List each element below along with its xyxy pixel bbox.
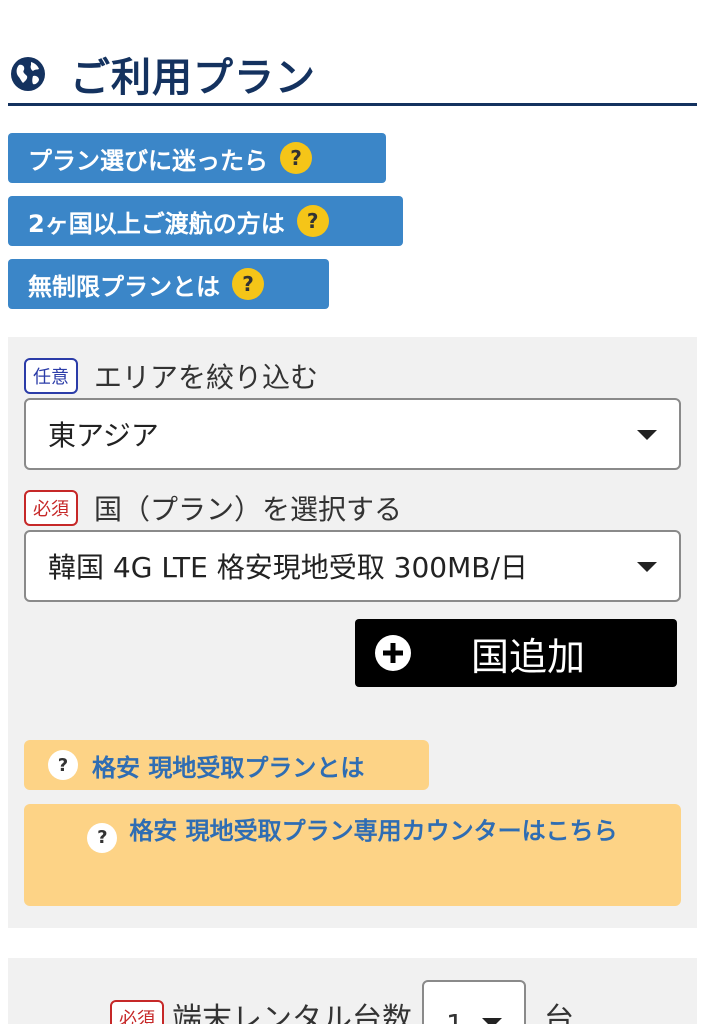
page-title-row: ご利用プラン (8, 44, 697, 106)
unlimited-plan-button[interactable]: 無制限プランとは ? (8, 259, 329, 309)
chevron-down-icon (482, 1018, 502, 1024)
plan-selection-panel: 任意 エリアを絞り込む 東アジア 必須 国（プラン）を選択する 韓国 4G LT… (8, 337, 697, 928)
rental-quantity-label: 端末レンタル台数 (172, 1002, 412, 1024)
add-country-label: 国追加 (471, 634, 586, 679)
country-select-label-row: 必須 国（プラン）を選択する (24, 488, 402, 528)
rental-quantity-value: 1 (446, 1008, 464, 1024)
area-select[interactable]: 東アジア (24, 398, 681, 470)
country-plan-value: 韓国 4G LTE 格安現地受取 300MB/日 (48, 551, 528, 584)
page-title: ご利用プラン (70, 54, 316, 101)
area-filter-label: エリアを絞り込む (94, 361, 319, 394)
unlimited-plan-label: 無制限プランとは (28, 272, 220, 301)
required-badge: 必須 (110, 1000, 164, 1024)
required-badge: 必須 (24, 490, 78, 526)
local-pickup-counter-label: 格安 現地受取プラン専用カウンターはこちら (129, 817, 618, 845)
question-icon: ? (48, 750, 78, 780)
question-icon: ? (232, 268, 264, 300)
rental-quantity-row: 必須 端末レンタル台数 1 台 (110, 980, 574, 1024)
question-icon: ? (296, 205, 329, 237)
question-icon: ? (87, 823, 118, 853)
plan-guide-button[interactable]: プラン選びに迷ったら ? (8, 133, 386, 183)
area-filter-label-row: 任意 エリアを絞り込む (24, 356, 318, 396)
area-select-value: 東アジア (48, 419, 159, 452)
country-plan-select[interactable]: 韓国 4G LTE 格安現地受取 300MB/日 (24, 530, 681, 602)
rental-quantity-select[interactable]: 1 (422, 980, 526, 1024)
add-country-button[interactable]: 国追加 (355, 619, 677, 687)
globe-icon (11, 56, 45, 91)
question-icon: ? (280, 142, 312, 174)
plus-circle-icon (375, 635, 411, 671)
chevron-down-icon (637, 430, 657, 440)
rental-quantity-unit: 台 (544, 1002, 574, 1024)
chevron-down-icon (637, 562, 657, 572)
plan-guide-label: プラン選びに迷ったら (28, 146, 268, 175)
local-pickup-plan-info-label: 格安 現地受取プランとは (92, 753, 365, 782)
local-pickup-plan-info-link[interactable]: ? 格安 現地受取プランとは (24, 740, 429, 790)
multi-country-label: 2ヶ国以上ご渡航の方は (28, 209, 285, 238)
optional-badge: 任意 (24, 358, 78, 394)
country-select-label: 国（プラン）を選択する (94, 493, 403, 526)
multi-country-button[interactable]: 2ヶ国以上ご渡航の方は ? (8, 196, 403, 246)
local-pickup-counter-link[interactable]: ? 格安 現地受取プラン専用カウンターはこちら (24, 804, 681, 906)
rental-quantity-panel: 必須 端末レンタル台数 1 台 (8, 958, 697, 1024)
